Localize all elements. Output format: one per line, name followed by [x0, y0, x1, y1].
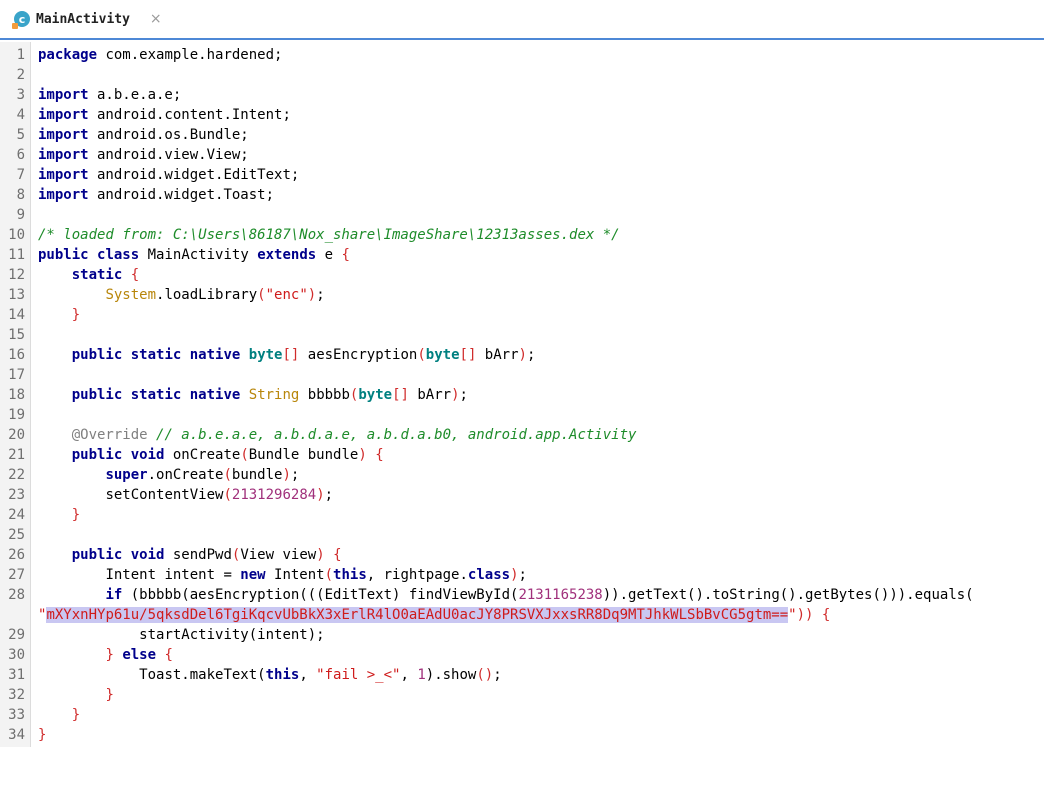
- code-line-29: startActivity(intent);: [139, 627, 325, 643]
- code-line-24: }: [71, 507, 81, 523]
- code-line-8: import android.widget.Toast;: [38, 187, 275, 203]
- code-line-32: }: [105, 687, 114, 703]
- code-line-12: static {: [71, 267, 140, 283]
- code-line-30: } else {: [105, 647, 173, 663]
- code-editor[interactable]: 1 2 3 4 5 6 7 8 9 10 11 12 13 14 15 16 17 18 19 20 21 22 23 24 2…: [0, 42, 1044, 747]
- code-line-1: package com.example.hardened;: [38, 47, 283, 63]
- code-line-7: import android.widget.EditText;: [38, 167, 300, 183]
- code-line-13: System.loadLibrary("enc");: [105, 287, 325, 303]
- code-line-34: }: [38, 727, 47, 743]
- code-line-6: import android.view.View;: [38, 147, 249, 163]
- tab-title: MainActivity: [36, 11, 130, 27]
- code-line-26: public void sendPwd(View view) {: [71, 547, 342, 563]
- code-line-23: setContentView(2131296284);: [105, 487, 334, 503]
- code-line-14: }: [71, 307, 81, 323]
- code-line-20: @Override // a.b.e.a.e, a.b.d.a.e, a.b.d…: [71, 427, 637, 443]
- encrypted-string-selection[interactable]: mXYxnHYp61u/5qksdDel6TgiKqcvUbBkX3xErlR4…: [46, 607, 789, 623]
- code-line-33: }: [71, 707, 81, 723]
- code-line-11: public class MainActivity extends e {: [38, 247, 350, 263]
- code-line-3: import a.b.e.a.e;: [38, 87, 182, 103]
- code-line-31: Toast.makeText(this, "fail >_<", 1).show…: [139, 667, 502, 683]
- code-line-10: /* loaded from: C:\Users\86187\Nox_share…: [38, 227, 620, 243]
- code-line-18: public static native String bbbbb(byte[]…: [71, 387, 468, 403]
- code-line-28: if (bbbbb(aesEncryption(((EditText) find…: [105, 587, 974, 603]
- code-line-21: public void onCreate(Bundle bundle) {: [71, 447, 384, 463]
- code-line-27: Intent intent = new Intent(this, rightpa…: [105, 567, 527, 583]
- code-line-5: import android.os.Bundle;: [38, 127, 249, 143]
- close-icon[interactable]: ×: [150, 11, 162, 27]
- code-line-28-wrap: "mXYxnHYp61u/5qksdDel6TgiKqcvUbBkX3xErlR…: [38, 607, 831, 623]
- code-line-4: import android.content.Intent;: [38, 107, 291, 123]
- tab-main-activity[interactable]: c MainActivity ×: [12, 6, 162, 32]
- java-class-icon: c: [12, 11, 30, 29]
- code-line-16: public static native byte[] aesEncryptio…: [71, 347, 536, 363]
- code-line-22: super.onCreate(bundle);: [105, 467, 300, 483]
- editor-tab-bar: c MainActivity ×: [0, 0, 1044, 40]
